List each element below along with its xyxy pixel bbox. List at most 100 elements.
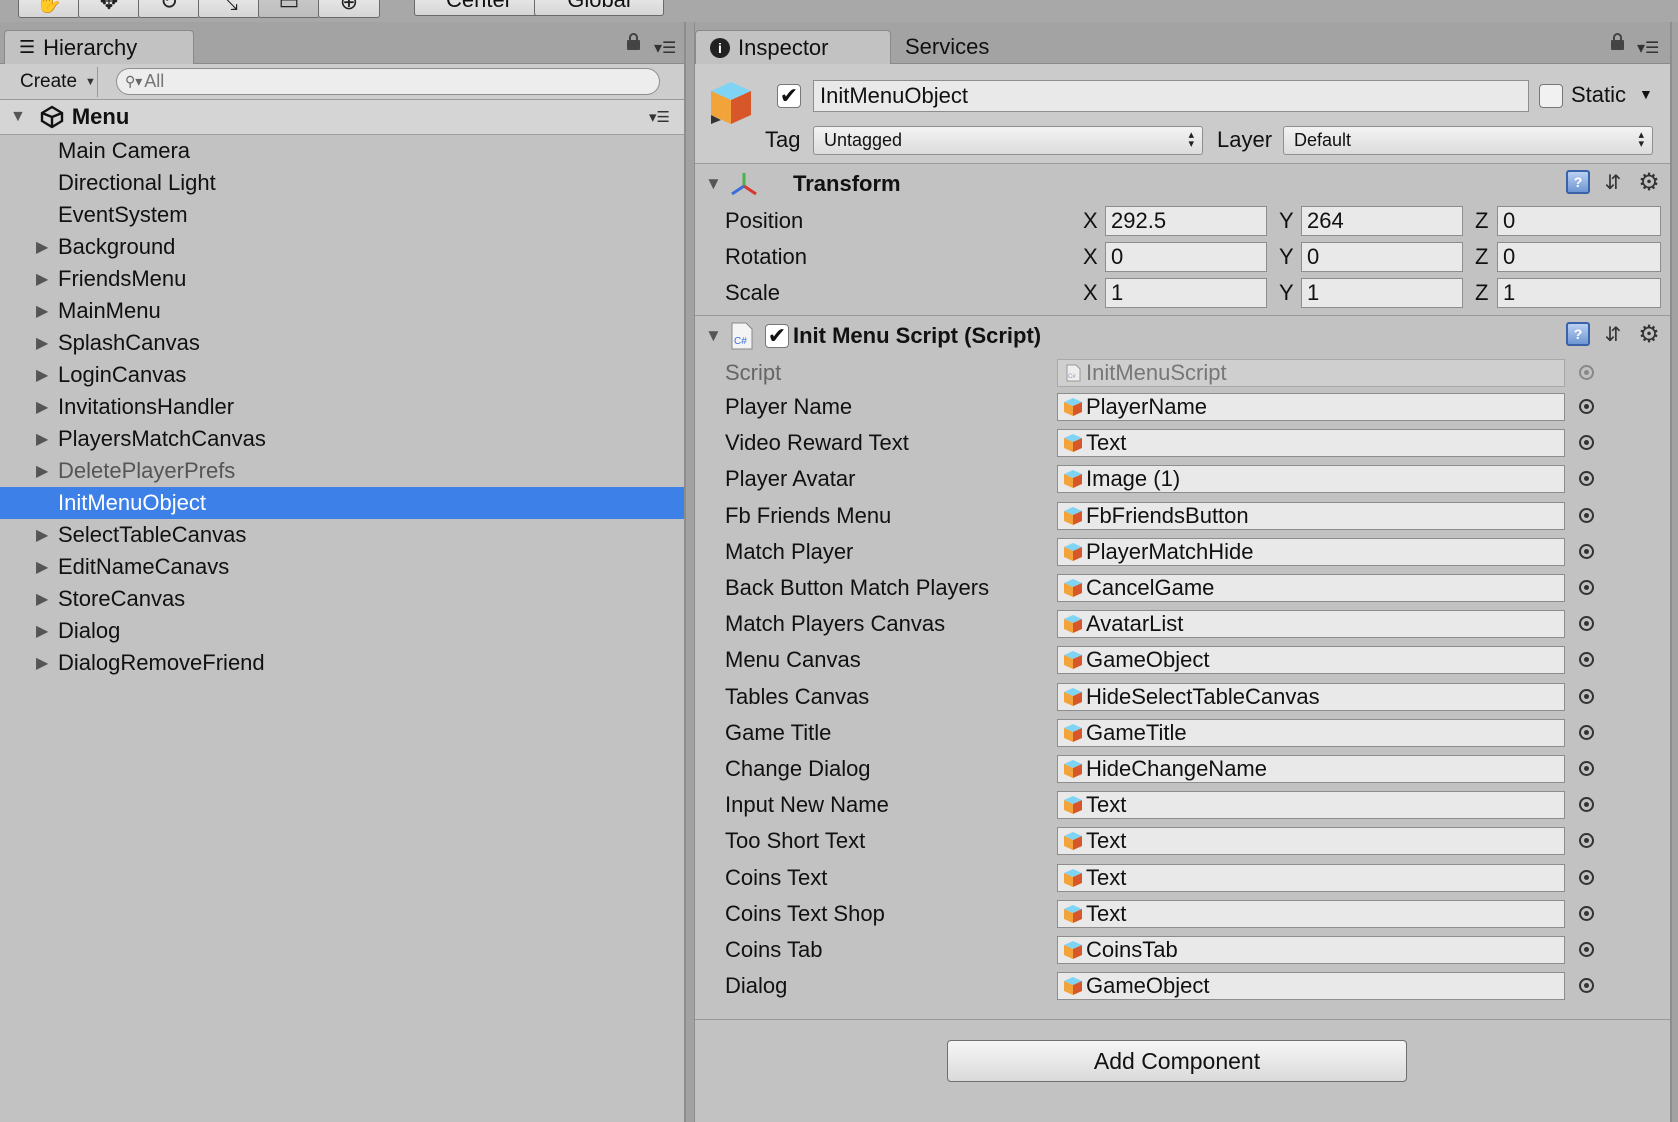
axis-y-label[interactable]: Y bbox=[1279, 208, 1294, 234]
script-enabled-checkbox[interactable]: ✔ bbox=[765, 324, 789, 348]
gear-icon[interactable]: ⚙ bbox=[1636, 321, 1662, 348]
object-picker-icon[interactable] bbox=[1579, 942, 1594, 957]
scale-y-field[interactable]: 1 bbox=[1301, 278, 1463, 308]
axis-x-label[interactable]: X bbox=[1083, 244, 1098, 270]
object-picker-icon[interactable] bbox=[1579, 435, 1594, 450]
tab-inspector[interactable]: i Inspector bbox=[695, 30, 891, 64]
object-picker-icon[interactable] bbox=[1579, 797, 1594, 812]
object-reference-field[interactable]: FbFriendsButton bbox=[1057, 502, 1565, 530]
object-reference-field[interactable]: Text bbox=[1057, 900, 1565, 928]
object-picker-icon[interactable] bbox=[1579, 544, 1594, 559]
axis-x-label[interactable]: X bbox=[1083, 208, 1098, 234]
rotation-y-field[interactable]: 0 bbox=[1301, 242, 1463, 272]
scale-z-field[interactable]: 1 bbox=[1497, 278, 1661, 308]
object-reference-field[interactable]: CoinsTab bbox=[1057, 936, 1565, 964]
axis-z-label[interactable]: Z bbox=[1475, 208, 1488, 234]
collapsed-triangle-icon[interactable]: ▶ bbox=[36, 429, 48, 449]
collapsed-triangle-icon[interactable]: ▶ bbox=[36, 237, 48, 257]
object-picker-icon[interactable] bbox=[1579, 508, 1594, 523]
object-reference-field[interactable]: Text bbox=[1057, 827, 1565, 855]
collapsed-triangle-icon[interactable]: ▶ bbox=[36, 461, 48, 481]
lock-icon[interactable] bbox=[627, 33, 640, 50]
hierarchy-item[interactable]: ▶ SplashCanvas bbox=[0, 327, 684, 359]
collapsed-triangle-icon[interactable]: ▶ bbox=[36, 397, 48, 417]
static-checkbox[interactable] bbox=[1539, 84, 1563, 108]
tag-dropdown[interactable]: Untagged ▴ ▾ bbox=[813, 126, 1203, 155]
hierarchy-item-selected[interactable]: InitMenuObject bbox=[0, 487, 684, 519]
collapsed-triangle-icon[interactable]: ▶ bbox=[36, 653, 48, 673]
scene-menu-icon[interactable]: ▾☰ bbox=[649, 108, 670, 126]
collapsed-triangle-icon[interactable]: ▶ bbox=[36, 525, 48, 545]
tab-hierarchy[interactable]: ☰ Hierarchy bbox=[4, 30, 194, 64]
expanded-triangle-icon[interactable]: ▼ bbox=[10, 108, 26, 126]
rotate-tool-button[interactable]: ↻ bbox=[138, 0, 200, 18]
hierarchy-item[interactable]: ▶ DialogRemoveFriend bbox=[0, 647, 684, 679]
hierarchy-item[interactable]: EventSystem bbox=[0, 199, 684, 231]
object-picker-icon[interactable] bbox=[1579, 906, 1594, 921]
expanded-triangle-icon[interactable]: ▼ bbox=[705, 326, 722, 346]
hierarchy-item[interactable]: ▶ PlayersMatchCanvas bbox=[0, 423, 684, 455]
lock-icon[interactable] bbox=[1611, 33, 1624, 50]
expanded-triangle-icon[interactable]: ▼ bbox=[705, 174, 722, 194]
hierarchy-item[interactable]: ▶ EditNameCanavs bbox=[0, 551, 684, 583]
object-picker-icon[interactable] bbox=[1579, 725, 1594, 740]
add-component-button[interactable]: Add Component bbox=[947, 1040, 1407, 1082]
axis-x-label[interactable]: X bbox=[1083, 280, 1098, 306]
help-book-icon[interactable]: ? bbox=[1566, 170, 1590, 194]
gear-icon[interactable]: ⚙ bbox=[1636, 169, 1662, 196]
object-reference-field[interactable]: PlayerName bbox=[1057, 393, 1565, 421]
object-reference-field[interactable]: PlayerMatchHide bbox=[1057, 538, 1565, 566]
object-reference-field[interactable]: CancelGame bbox=[1057, 574, 1565, 602]
object-picker-icon[interactable] bbox=[1579, 870, 1594, 885]
panel-menu-icon[interactable]: ▾☰ bbox=[1637, 38, 1659, 58]
collapsed-triangle-icon[interactable]: ▶ bbox=[36, 365, 48, 385]
hierarchy-item[interactable]: ▶ Dialog bbox=[0, 615, 684, 647]
collapsed-triangle-icon[interactable]: ▶ bbox=[36, 621, 48, 641]
pivot-global-button[interactable]: Global bbox=[534, 0, 664, 16]
collapsed-triangle-icon[interactable]: ▶ bbox=[36, 301, 48, 321]
object-reference-field[interactable]: HideSelectTableCanvas bbox=[1057, 683, 1565, 711]
hierarchy-item[interactable]: ▶ SelectTableCanvas bbox=[0, 519, 684, 551]
rotation-x-field[interactable]: 0 bbox=[1105, 242, 1267, 272]
collapsed-triangle-icon[interactable]: ▶ bbox=[36, 557, 48, 577]
object-reference-field[interactable]: Text bbox=[1057, 429, 1565, 457]
axis-z-label[interactable]: Z bbox=[1475, 280, 1488, 306]
hierarchy-item-inactive[interactable]: ▶ DeletePlayerPrefs bbox=[0, 455, 684, 487]
hierarchy-item[interactable]: ▶ StoreCanvas bbox=[0, 583, 684, 615]
axis-y-label[interactable]: Y bbox=[1279, 280, 1294, 306]
object-reference-field[interactable]: AvatarList bbox=[1057, 610, 1565, 638]
rotation-z-field[interactable]: 0 bbox=[1497, 242, 1661, 272]
object-picker-icon[interactable] bbox=[1579, 652, 1594, 667]
object-picker-icon[interactable] bbox=[1579, 761, 1594, 776]
object-picker-icon[interactable] bbox=[1579, 689, 1594, 704]
pivot-center-button[interactable]: Center bbox=[414, 0, 544, 16]
position-z-field[interactable]: 0 bbox=[1497, 206, 1661, 236]
position-y-field[interactable]: 264 bbox=[1301, 206, 1463, 236]
help-book-icon[interactable]: ? bbox=[1566, 322, 1590, 346]
object-picker-icon[interactable] bbox=[1579, 471, 1594, 486]
static-dropdown-arrow-icon[interactable]: ▼ bbox=[1639, 86, 1653, 102]
scene-row[interactable]: ▼ Menu ▾☰ bbox=[0, 100, 684, 135]
hand-tool-button[interactable]: ✋ bbox=[18, 0, 80, 18]
hierarchy-item[interactable]: ▶ FriendsMenu bbox=[0, 263, 684, 295]
object-reference-field[interactable]: GameTitle bbox=[1057, 719, 1565, 747]
scale-x-field[interactable]: 1 bbox=[1105, 278, 1267, 308]
object-reference-field[interactable]: Text bbox=[1057, 791, 1565, 819]
layer-dropdown[interactable]: Default ▴ ▾ bbox=[1283, 126, 1653, 155]
move-tool-button[interactable]: ✥ bbox=[78, 0, 140, 18]
object-name-field[interactable]: InitMenuObject bbox=[813, 80, 1529, 112]
object-reference-field[interactable]: Image (1) bbox=[1057, 465, 1565, 493]
collapsed-triangle-icon[interactable]: ▶ bbox=[36, 333, 48, 353]
search-field[interactable]: ⚲▾ bbox=[116, 68, 660, 95]
hierarchy-item[interactable]: ▶ Background bbox=[0, 231, 684, 263]
search-input[interactable] bbox=[144, 71, 625, 92]
collapsed-triangle-icon[interactable]: ▶ bbox=[36, 269, 48, 289]
script-component-header[interactable]: ▼ C# ✔ Init Menu Script (Script) ? ⇵ ⚙ bbox=[695, 316, 1670, 356]
object-reference-field[interactable]: GameObject bbox=[1057, 646, 1565, 674]
object-picker-icon[interactable] bbox=[1579, 616, 1594, 631]
preset-sliders-icon[interactable]: ⇵ bbox=[1600, 170, 1626, 194]
transform-header[interactable]: ▼ Transform ? ⇵ ⚙ bbox=[695, 164, 1670, 204]
object-reference-field[interactable]: Text bbox=[1057, 864, 1565, 892]
collapsed-triangle-icon[interactable]: ▶ bbox=[36, 589, 48, 609]
object-reference-field[interactable]: GameObject bbox=[1057, 972, 1565, 1000]
